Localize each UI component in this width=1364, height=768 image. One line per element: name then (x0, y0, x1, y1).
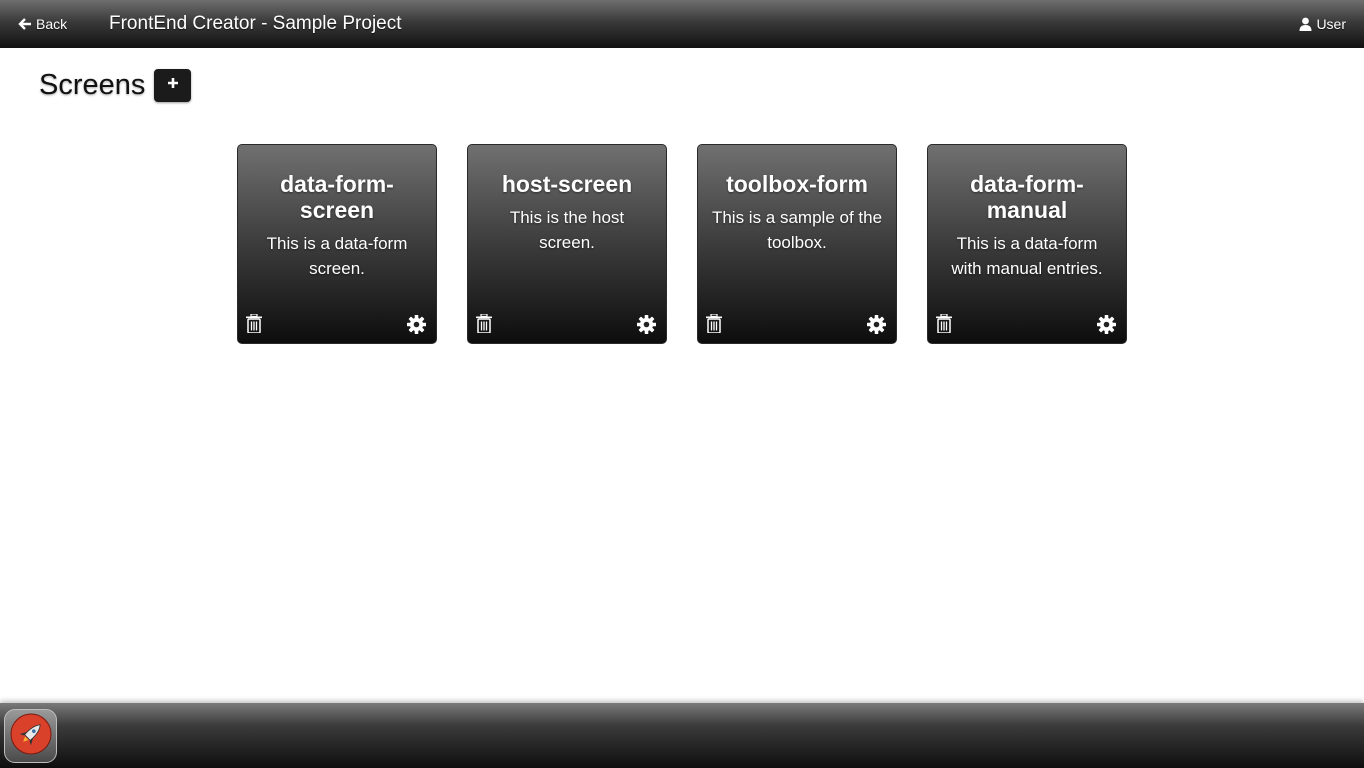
arrow-left-icon (18, 17, 32, 31)
screen-card[interactable]: data-form-manual This is a data-form wit… (927, 144, 1127, 344)
trash-icon[interactable] (246, 313, 262, 334)
screen-card[interactable]: toolbox-form This is a sample of the too… (697, 144, 897, 344)
card-description: This is a data-form screen. (266, 234, 408, 278)
screen-card[interactable]: data-form-screen This is a data-form scr… (237, 144, 437, 344)
gear-icon[interactable] (867, 315, 886, 334)
plus-icon (167, 76, 179, 94)
page-title: Screens (39, 69, 146, 101)
card-description: This is a sample of the toolbox. (711, 208, 883, 252)
gear-icon[interactable] (1097, 315, 1116, 334)
card-title: data-form-screen (280, 171, 394, 223)
top-navbar: Back FrontEnd Creator - Sample Project U… (0, 0, 1364, 48)
card-title: data-form-manual (970, 171, 1084, 223)
screen-card[interactable]: host-screen This is the host screen. (467, 144, 667, 344)
card-title: host-screen (501, 171, 633, 197)
add-screen-button[interactable] (154, 68, 192, 102)
trash-icon[interactable] (476, 313, 492, 334)
trash-icon[interactable] (706, 313, 722, 334)
card-title: toolbox-form (726, 171, 868, 197)
user-icon (1299, 17, 1312, 31)
gear-icon[interactable] (407, 315, 426, 334)
card-description: This is a data-form with manual entries. (951, 234, 1103, 278)
rocket-icon (10, 713, 52, 760)
gear-icon[interactable] (637, 315, 656, 334)
user-menu-button[interactable]: User (1299, 15, 1346, 33)
back-button[interactable]: Back (18, 15, 67, 33)
bottom-dock (0, 703, 1364, 768)
app-title: FrontEnd Creator - Sample Project (109, 13, 402, 34)
user-label: User (1316, 16, 1346, 32)
screens-header: Screens (39, 67, 192, 103)
card-description: This is the host screen. (509, 208, 625, 252)
trash-icon[interactable] (936, 313, 952, 334)
dock-app-launcher[interactable] (4, 709, 57, 763)
screen-cards: data-form-screen This is a data-form scr… (237, 144, 1127, 344)
back-label: Back (36, 16, 68, 32)
